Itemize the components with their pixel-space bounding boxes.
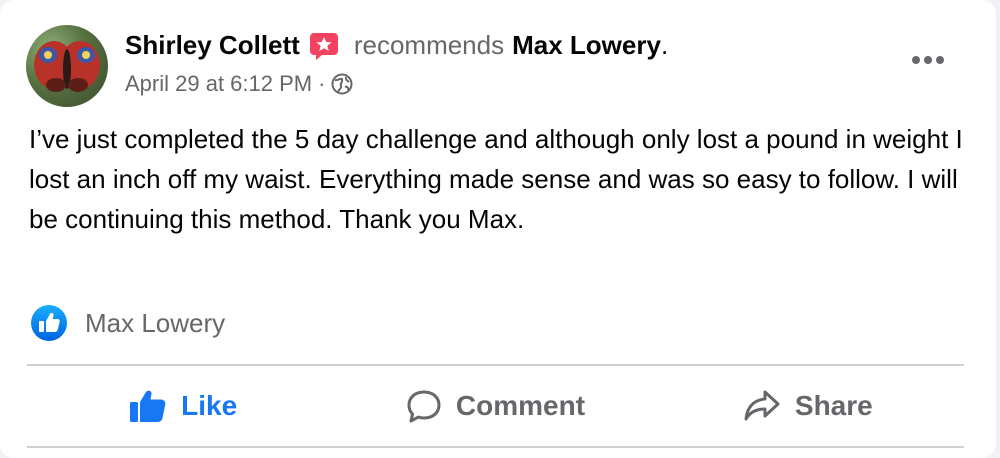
comment-button[interactable]: Comment [339, 366, 651, 446]
like-reaction-icon [31, 305, 67, 341]
like-label: Like [181, 390, 238, 421]
recommend-star-icon [309, 33, 338, 60]
divider [27, 446, 964, 448]
share-arrow-icon [744, 390, 780, 421]
reactor-name[interactable]: Max Lowery [85, 308, 225, 339]
recommends-text: recommends [353, 30, 505, 60]
post-meta: April 29 at 6:12 PM · [125, 70, 353, 98]
meta-separator: · [318, 71, 326, 96]
reactions-summary[interactable]: Max Lowery [30, 304, 225, 342]
author-name[interactable]: Shirley Collett [125, 28, 300, 62]
action-bar: Like Comment Share [27, 366, 964, 446]
butterfly-avatar-image [34, 41, 100, 92]
header-period: . [660, 30, 669, 60]
post-header: Shirley Collett recommends Max Lowery . [125, 28, 668, 62]
share-button[interactable]: Share [652, 366, 964, 446]
share-label: Share [794, 390, 873, 421]
post-timestamp[interactable]: April 29 at 6:12 PM [125, 70, 312, 98]
post-card: Shirley Collett recommends Max Lowery . … [0, 0, 996, 458]
author-avatar[interactable] [26, 25, 108, 107]
comment-icon [407, 390, 441, 423]
post-body-text: I’ve just completed the 5 day challenge … [29, 124, 963, 234]
comment-label: Comment [455, 390, 586, 421]
like-button[interactable]: Like [27, 366, 339, 446]
recommended-page-link[interactable]: Max Lowery [512, 28, 661, 62]
globe-icon[interactable] [331, 73, 353, 95]
more-options-icon[interactable] [910, 48, 946, 72]
thumbs-up-icon [130, 390, 166, 422]
